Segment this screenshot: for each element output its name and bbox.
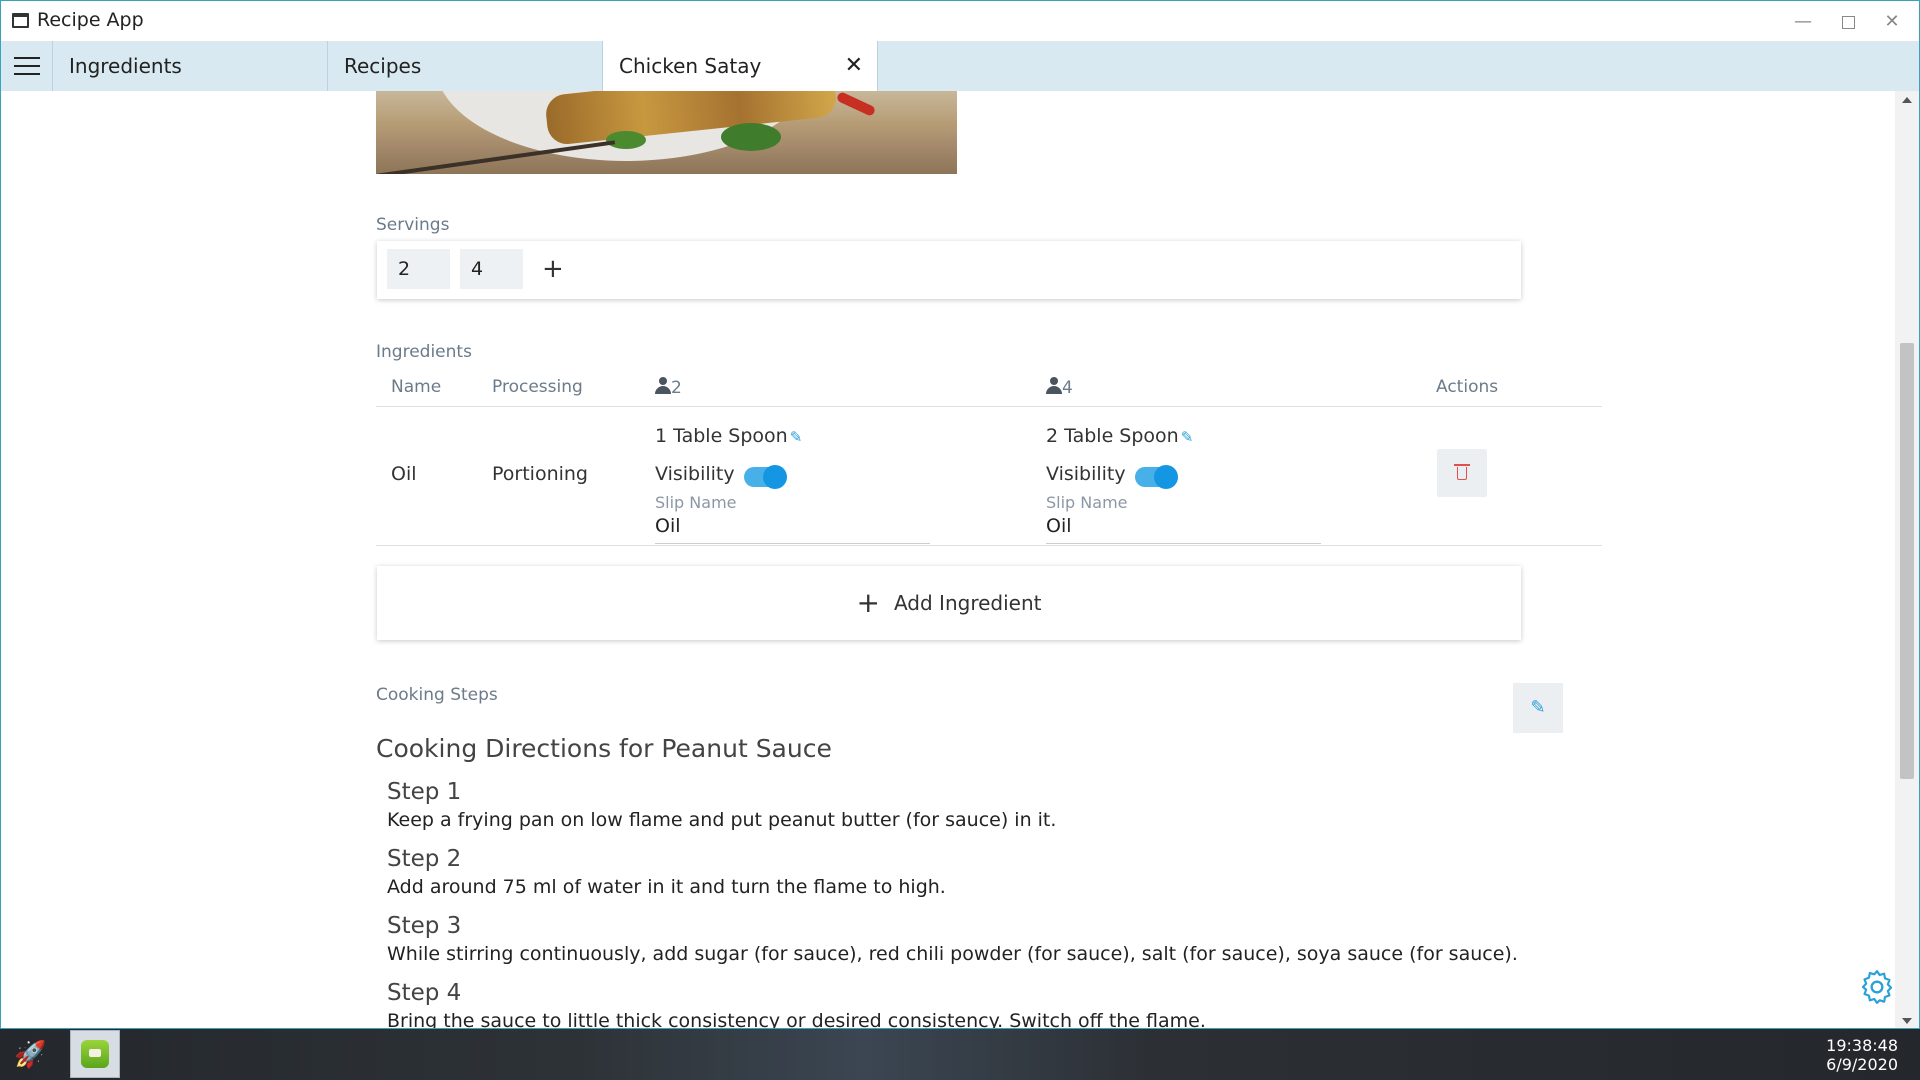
tab-recipes[interactable]: Recipes (328, 41, 603, 91)
divider (376, 406, 1602, 407)
tab-chicken-satay[interactable]: Chicken Satay ✕ (603, 41, 878, 91)
maximize-icon (1841, 15, 1855, 29)
clock-time: 19:38:48 (1826, 1036, 1898, 1055)
taskbar: 🚀 19:38:48 6/9/2020 (0, 1029, 1920, 1080)
input-underline (1046, 543, 1321, 544)
column-header-actions: Actions (1436, 377, 1499, 397)
slip-name-input[interactable]: Oil (1046, 515, 1072, 537)
step-title: Step 1 (387, 779, 462, 805)
tab-bar: Ingredients Recipes Chicken Satay ✕ (1, 41, 1919, 91)
title-bar: Recipe App — ✕ (1, 1, 1919, 41)
close-icon: ✕ (1884, 11, 1900, 32)
servings-card: 2 4 + (377, 241, 1521, 299)
slip-name-input[interactable]: Oil (655, 515, 681, 537)
rocket-icon[interactable]: 🚀 (14, 1039, 46, 1071)
tab-label: Chicken Satay (619, 54, 762, 78)
slip-name-label: Slip Name (1046, 493, 1128, 512)
step-text: Add around 75 ml of water in it and turn… (387, 876, 946, 898)
servings-label: Servings (376, 215, 450, 235)
add-ingredient-button[interactable]: + Add Ingredient (377, 566, 1521, 640)
visibility-label: Visibility (1046, 463, 1126, 485)
edit-steps-button[interactable]: ✎ (1513, 683, 1563, 733)
divider (376, 545, 1602, 546)
column-header-serving-4: 4 (1046, 377, 1073, 398)
recipe-app-taskbar-button[interactable] (70, 1030, 120, 1078)
slip-name-label: Slip Name (655, 493, 737, 512)
minimize-icon: — (1794, 11, 1812, 32)
scroll-up-arrow[interactable] (1902, 97, 1912, 103)
ingredient-processing: Portioning (492, 463, 588, 485)
step-text: Bring the sauce to little thick consiste… (387, 1010, 1206, 1029)
person-icon (1046, 377, 1062, 394)
clock: 19:38:48 6/9/2020 (1826, 1036, 1898, 1074)
serving-field[interactable]: 2 (387, 249, 450, 289)
person-icon (655, 377, 671, 394)
quantity-2[interactable]: 1 Table Spoon ✎ (655, 425, 802, 447)
clock-date: 6/9/2020 (1826, 1055, 1898, 1074)
ingredient-name: Oil (391, 463, 417, 485)
vertical-scrollbar[interactable] (1895, 91, 1919, 1028)
tab-label: Recipes (344, 54, 422, 78)
scroll-down-arrow[interactable] (1902, 1018, 1912, 1024)
quantity-text: 2 Table Spoon (1046, 425, 1179, 447)
step-title: Step 4 (387, 980, 462, 1006)
tab-ingredients[interactable]: Ingredients (52, 41, 328, 91)
step-title: Step 3 (387, 913, 462, 939)
trash-icon (1454, 464, 1470, 480)
ingredients-label: Ingredients (376, 342, 472, 362)
quantity-text: 1 Table Spoon (655, 425, 788, 447)
serving-field[interactable]: 4 (460, 249, 523, 289)
window-title: Recipe App (37, 9, 144, 31)
directions-title: Cooking Directions for Peanut Sauce (376, 734, 832, 763)
quantity-4[interactable]: 2 Table Spoon ✎ (1046, 425, 1193, 447)
serving-count: 4 (1062, 378, 1073, 398)
close-window-button[interactable]: ✕ (1877, 9, 1907, 35)
gear-icon[interactable] (1857, 967, 1895, 1007)
column-header-name: Name (391, 377, 442, 397)
plus-icon: + (856, 586, 880, 619)
maximize-button[interactable] (1833, 9, 1863, 35)
cooking-steps-label: Cooking Steps (376, 685, 498, 705)
window-icon (12, 13, 29, 28)
recipe-detail: Servings 2 4 + Ingredients Name Processi… (1, 91, 1895, 1029)
app-icon (81, 1040, 109, 1068)
visibility-toggle[interactable] (744, 465, 787, 489)
scroll-thumb[interactable] (1900, 343, 1914, 779)
app-window: Recipe App — ✕ Ingredients Recipes Chick… (0, 0, 1920, 1029)
visibility-label: Visibility (655, 463, 735, 485)
add-serving-button[interactable]: + (542, 249, 564, 289)
pencil-icon[interactable]: ✎ (790, 428, 803, 446)
input-underline (655, 543, 930, 544)
pencil-icon: ✎ (1530, 697, 1546, 718)
visibility-toggle[interactable] (1135, 465, 1178, 489)
tab-label: Ingredients (69, 54, 182, 78)
column-header-serving-2: 2 (655, 377, 682, 398)
add-ingredient-label: Add Ingredient (893, 591, 1042, 615)
serving-count: 2 (671, 378, 682, 398)
step-title: Step 2 (387, 846, 462, 872)
minimize-button[interactable]: — (1788, 9, 1818, 35)
hamburger-icon[interactable] (14, 57, 40, 77)
recipe-image (376, 91, 957, 174)
close-icon[interactable]: ✕ (845, 41, 863, 91)
column-header-processing: Processing (492, 377, 583, 397)
pencil-icon[interactable]: ✎ (1181, 428, 1194, 446)
step-text: While stirring continuously, add sugar (… (387, 943, 1518, 965)
step-text: Keep a frying pan on low flame and put p… (387, 809, 1057, 831)
delete-ingredient-button[interactable] (1437, 449, 1487, 497)
